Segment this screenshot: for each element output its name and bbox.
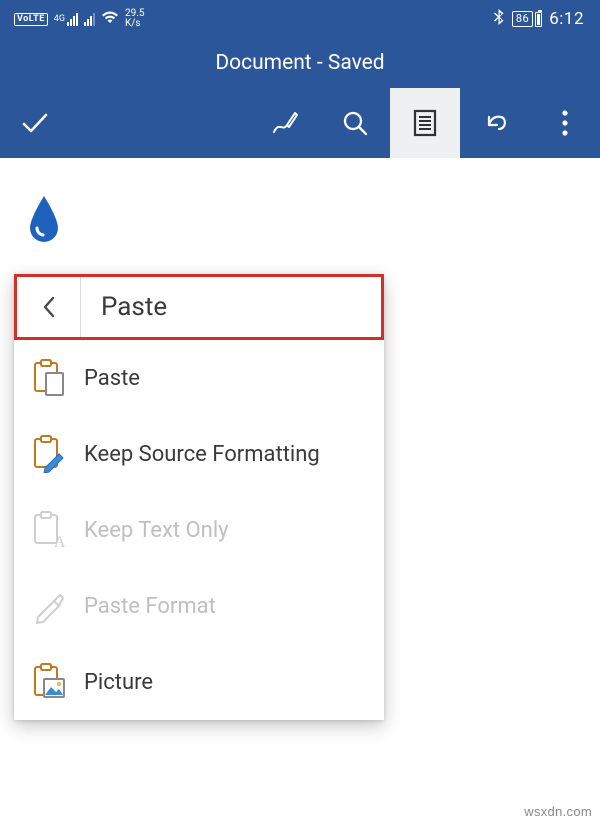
secondary-signal-icon	[84, 13, 95, 26]
document-title: Document - Saved	[215, 51, 384, 75]
pen-draw-icon	[269, 107, 301, 139]
ink-drop-icon	[26, 194, 62, 248]
clipboard-paste-icon	[32, 359, 66, 397]
check-icon	[18, 106, 52, 140]
data-speed-indicator: 29.5 K/s	[125, 9, 145, 29]
paintbrush-icon	[32, 587, 66, 625]
option-label: Picture	[84, 670, 153, 695]
undo-button[interactable]	[460, 88, 530, 158]
panel-header-highlighted: Paste	[14, 274, 384, 340]
image-watermark: wsxdn.com	[524, 804, 592, 819]
svg-text:A: A	[54, 534, 66, 549]
android-status-bar: VoLTE 4G 29.5 K/s 86 6:12	[0, 0, 600, 38]
paste-option-paste[interactable]: Paste	[14, 340, 384, 416]
option-label: Keep Text Only	[84, 518, 229, 543]
document-title-bar: Document - Saved	[0, 38, 600, 88]
status-left-cluster: VoLTE 4G 29.5 K/s	[14, 9, 144, 29]
paste-option-text-only: A Keep Text Only	[14, 492, 384, 568]
clipboard-brush-icon	[32, 435, 66, 473]
bluetooth-icon	[493, 9, 505, 30]
option-label: Paste	[84, 366, 140, 391]
document-canvas[interactable]: Paste Paste Keep Source Formatting A Kee…	[0, 158, 600, 825]
confirm-button[interactable]	[0, 106, 70, 140]
paste-option-keep-source[interactable]: Keep Source Formatting	[14, 416, 384, 492]
draw-button[interactable]	[250, 88, 320, 158]
volte-badge: VoLTE	[14, 13, 48, 26]
reading-view-icon	[411, 108, 439, 138]
paste-option-picture[interactable]: Picture	[14, 644, 384, 720]
clock-time: 6:12	[549, 9, 584, 29]
network-gen-label: 4G	[54, 15, 65, 24]
status-right-cluster: 86 6:12	[493, 9, 584, 30]
search-button[interactable]	[320, 88, 390, 158]
paste-options-panel: Paste Paste Keep Source Formatting A Kee…	[14, 274, 384, 720]
reading-view-button[interactable]	[390, 88, 460, 158]
battery-percent: 86	[512, 11, 533, 27]
more-vertical-icon	[561, 109, 569, 137]
cellular-signal-icon: 4G	[54, 13, 78, 26]
battery-indicator: 86	[512, 11, 542, 27]
option-label: Keep Source Formatting	[84, 442, 320, 467]
chevron-left-icon	[41, 295, 57, 319]
more-button[interactable]	[530, 88, 600, 158]
panel-title: Paste	[81, 292, 381, 322]
paste-option-format: Paste Format	[14, 568, 384, 644]
wifi-icon	[101, 10, 119, 28]
undo-icon	[479, 107, 511, 139]
battery-icon	[535, 12, 542, 27]
clipboard-text-icon: A	[32, 511, 66, 549]
search-icon	[340, 108, 370, 138]
option-label: Paste Format	[84, 594, 216, 619]
clipboard-picture-icon	[32, 663, 66, 701]
panel-back-button[interactable]	[17, 277, 81, 337]
app-toolbar	[0, 88, 600, 158]
